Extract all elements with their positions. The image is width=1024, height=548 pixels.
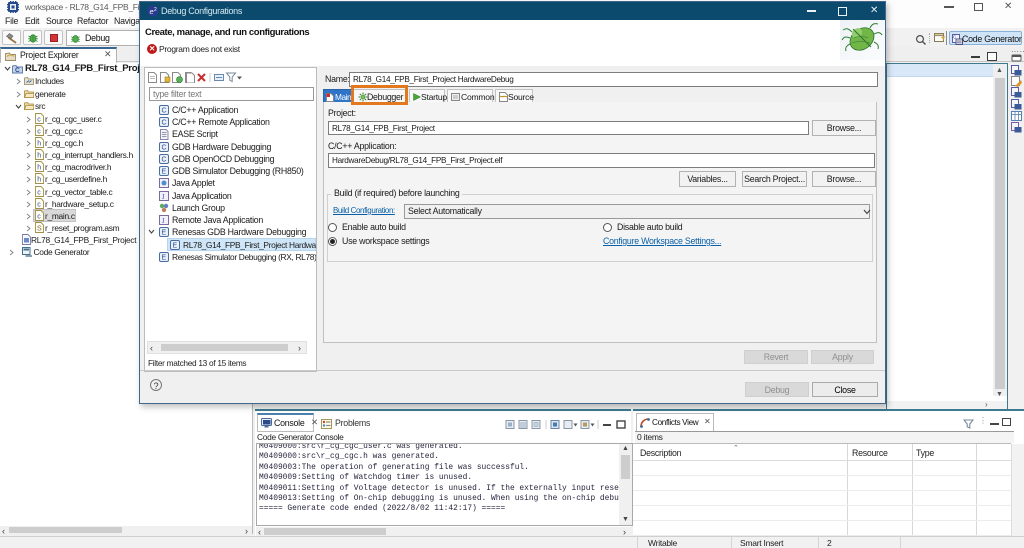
svg-text:h: h: [37, 153, 41, 160]
svg-text:C: C: [162, 144, 167, 151]
svg-text:S: S: [37, 226, 42, 233]
svg-text:C: C: [162, 120, 167, 127]
svg-text:E: E: [162, 169, 167, 176]
svg-text:e: e: [150, 7, 154, 16]
svg-text:h: h: [37, 165, 41, 172]
svg-text:J: J: [162, 192, 165, 201]
svg-text:C: C: [162, 107, 167, 114]
svg-text:E: E: [173, 242, 178, 249]
svg-text:C: C: [15, 67, 20, 74]
svg-text:E: E: [162, 254, 167, 261]
svg-text:C: C: [162, 156, 167, 163]
svg-text:J: J: [162, 216, 165, 225]
svg-text:h: h: [37, 140, 41, 147]
svg-text:E: E: [162, 230, 167, 237]
svg-text:h: h: [37, 177, 41, 184]
